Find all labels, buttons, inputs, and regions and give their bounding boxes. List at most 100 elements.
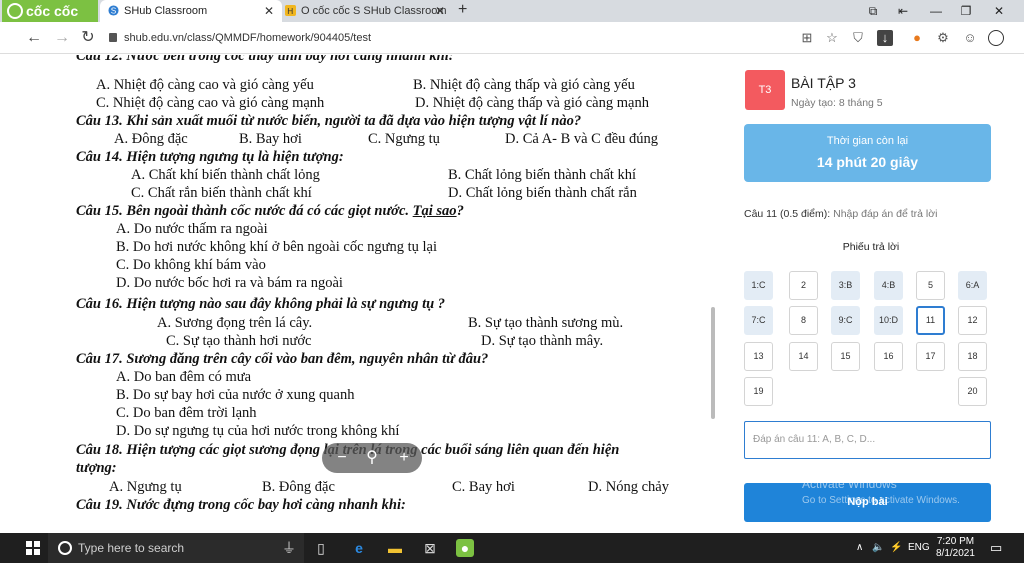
answer-cell-6[interactable]: 6:A	[958, 271, 987, 300]
q12-option-a: A. Nhiệt độ càng cao và gió càng yếu	[96, 77, 314, 93]
q18-option-a: A. Ngưng tụ	[109, 479, 182, 495]
answer-cell-13[interactable]: 13	[744, 342, 773, 371]
reload-icon[interactable]: ↻	[78, 28, 98, 48]
question-13: Câu 13. Khi sản xuất muối từ nước biển, …	[76, 113, 582, 129]
prompt-question: Câu 11 (0.5 điểm):	[744, 208, 831, 220]
answer-cell-1[interactable]: 1:C	[744, 271, 773, 300]
back-history-icon[interactable]: ⇤	[888, 0, 918, 22]
taskbar-search[interactable]: Type here to search	[48, 533, 304, 563]
answer-cell-14[interactable]: 14	[789, 342, 818, 371]
download-icon[interactable]: ↓	[877, 30, 893, 46]
tab-close-icon[interactable]: ✕	[264, 0, 274, 22]
zoom-out-icon[interactable]: −	[330, 443, 354, 473]
q18-option-b: B. Đông đặc	[262, 479, 335, 495]
notification-icon[interactable]: ▭	[990, 533, 1002, 563]
question-15: Câu 15. Bên ngoài thành cốc nước đá có c…	[76, 203, 464, 220]
homework-badge: T3	[745, 70, 785, 110]
microphone-icon[interactable]: ⏚	[280, 539, 298, 557]
q15-option-b: B. Do hơi nước không khí ở bên ngoài cốc…	[116, 239, 438, 255]
q17-option-b: B. Do sự bay hơi của nước ở xung quanh	[116, 387, 355, 403]
answer-cell-17[interactable]: 17	[916, 342, 945, 371]
timer-value: 14 phút 20 giây	[816, 154, 919, 170]
coccoc-taskbar-icon[interactable]: ●	[456, 539, 474, 557]
answer-cell-16[interactable]: 16	[874, 342, 903, 371]
tab-title: O cốc cốc S SHub Classroom	[301, 5, 447, 17]
forward-arrow-icon[interactable]: →	[52, 28, 72, 48]
q15-option-c: C. Do không khí bám vào	[116, 257, 266, 273]
q16-option-d: D. Sự tạo thành mây.	[481, 333, 604, 349]
network-icon[interactable]: ⚡	[890, 533, 902, 563]
answer-cell-7[interactable]: 7:C	[744, 306, 773, 335]
windows-start-icon[interactable]	[26, 541, 40, 555]
question-19: Câu 19. Nước đựng trong cốc bay hơi càng…	[76, 497, 406, 513]
countdown-timer: Thời gian còn lại 14 phút 20 giây	[744, 124, 991, 182]
maximize-icon[interactable]: ❐	[951, 0, 981, 22]
q15-underlined: Tại sao	[412, 203, 457, 219]
magnifier-icon[interactable]: ⚲	[360, 443, 384, 473]
tab-close-icon[interactable]: ✕	[435, 0, 445, 22]
answer-cell-5[interactable]: 5	[916, 271, 945, 300]
edge-icon[interactable]: e	[350, 539, 368, 557]
system-clock[interactable]: 7:20 PM 8/1/2021	[936, 536, 975, 560]
q13-option-a: A. Đông đặc	[114, 131, 188, 147]
store-icon[interactable]: ⊠	[421, 539, 439, 557]
coccoc-logo-icon	[7, 3, 23, 19]
document-scrollbar[interactable]	[711, 307, 715, 419]
address-toolbar: ← → ↻ shub.edu.vn/class/QMMDF/homework/9…	[0, 22, 1024, 54]
url-bar[interactable]: shub.edu.vn/class/QMMDF/homework/904405/…	[104, 27, 784, 49]
prompt-hint: Nhập đáp án để trả lời	[830, 208, 938, 220]
q16-option-c: C. Sự tạo thành hơi nước	[166, 333, 312, 349]
answer-cell-11[interactable]: 11	[916, 306, 945, 335]
answer-cell-2[interactable]: 2	[789, 271, 818, 300]
tab-shub-classroom[interactable]: S SHub Classroom ✕	[100, 0, 282, 22]
zoom-in-icon[interactable]: +	[392, 443, 416, 473]
file-explorer-icon[interactable]: ▬	[386, 539, 404, 557]
timer-label: Thời gian còn lại	[826, 135, 909, 147]
task-view-icon[interactable]: ▯	[312, 539, 330, 557]
answer-cell-4[interactable]: 4:B	[874, 271, 903, 300]
q18-option-c: C. Bay hơi	[452, 479, 515, 495]
translate-icon[interactable]: ⊞	[799, 30, 815, 46]
answer-cell-15[interactable]: 15	[831, 342, 860, 371]
coccoc-menu-button[interactable]: cốc cốc	[2, 0, 98, 22]
q14-option-c: C. Chất rắn biến thành chất khí	[131, 185, 312, 201]
answer-input[interactable]: Đáp án câu 11: A, B, C, D...	[744, 421, 991, 459]
back-arrow-icon[interactable]: ←	[24, 28, 44, 48]
url-text: shub.edu.vn/class/QMMDF/homework/904405/…	[124, 32, 372, 44]
answer-cell-12[interactable]: 12	[958, 306, 987, 335]
profile-circle-icon[interactable]	[988, 30, 1004, 46]
new-tab-icon[interactable]: +	[458, 0, 467, 20]
q18-option-d: D. Nóng chảy	[588, 479, 669, 495]
cast-icon[interactable]: ⧉	[858, 0, 888, 22]
answer-cell-8[interactable]: 8	[789, 306, 818, 335]
zoom-controls: − ⚲ +	[322, 443, 422, 473]
q17-option-a: A. Do ban đêm có mưa	[116, 369, 252, 385]
settings-gear-icon[interactable]: ⚙	[935, 30, 951, 46]
shield-icon[interactable]: ⛉	[850, 30, 866, 46]
q16-option-a: A. Sương đọng trên lá cây.	[157, 315, 313, 331]
q13-option-c: C. Ngưng tụ	[368, 131, 440, 147]
coccoc-extension-icon[interactable]: ●	[909, 30, 925, 46]
answer-sheet-title: Phiếu trả lời	[842, 241, 900, 253]
minimize-icon[interactable]: —	[921, 0, 951, 22]
answer-cell-3[interactable]: 3:B	[831, 271, 860, 300]
answer-cell-19[interactable]: 19	[744, 377, 773, 406]
close-window-icon[interactable]: ✕	[984, 0, 1014, 22]
tab-coccoc-shub[interactable]: H O cốc cốc S SHub Classroom ✕	[283, 0, 453, 22]
answer-cell-10[interactable]: 10:D	[874, 306, 903, 335]
q13-option-d: D. Cả A- B và C đều đúng	[505, 131, 659, 147]
tray-chevron-icon[interactable]: ∧	[856, 533, 863, 563]
answer-cell-20[interactable]: 20	[958, 377, 987, 406]
search-circle-icon	[58, 541, 72, 555]
question-12-partial: Câu 12. Nước bên trong cốc thấy tinh bay…	[76, 55, 454, 64]
q12-option-c: C. Nhiệt độ càng cao và gió càng mạnh	[96, 95, 325, 111]
bookmark-star-icon[interactable]: ☆	[824, 30, 840, 46]
clock-date: 8/1/2021	[936, 548, 975, 559]
answer-cell-9[interactable]: 9:C	[831, 306, 860, 335]
question-prompt: Câu 11 (0.5 điểm): Nhập đáp án để trả lờ…	[744, 208, 937, 220]
volume-icon[interactable]: 🔈	[872, 533, 884, 563]
input-language[interactable]: ENG	[908, 533, 930, 563]
answer-cell-18[interactable]: 18	[958, 342, 987, 371]
account-icon[interactable]: ☺	[962, 30, 978, 46]
q16-option-b: B. Sự tạo thành sương mù.	[468, 315, 624, 331]
